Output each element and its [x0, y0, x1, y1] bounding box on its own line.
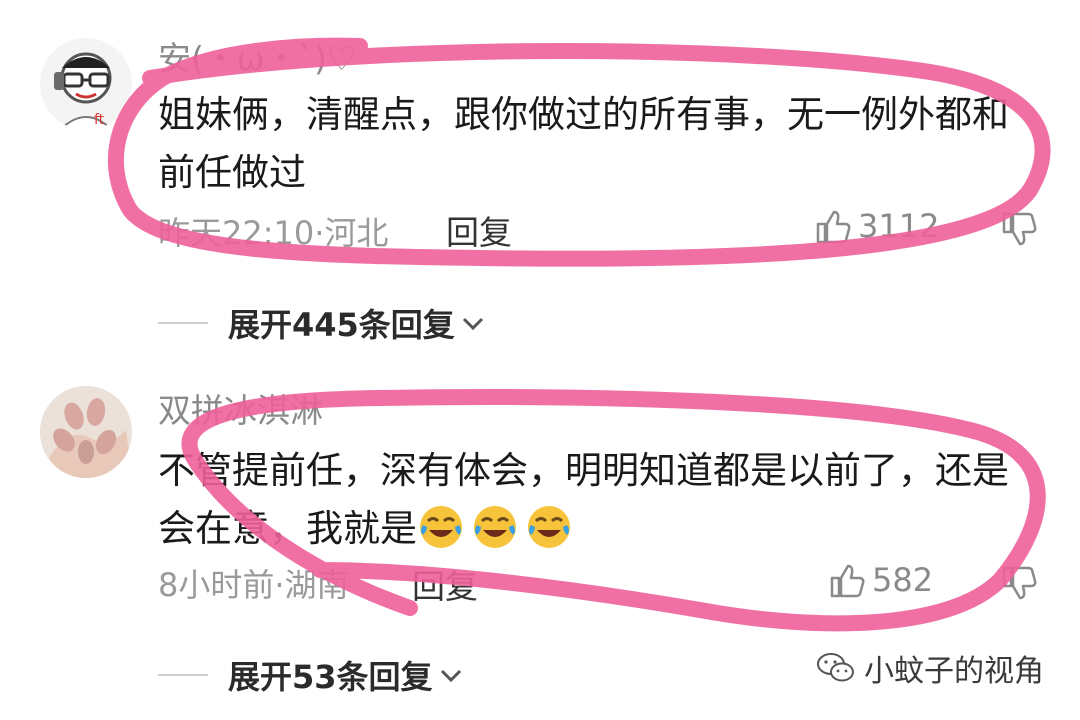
like-count: 3112: [858, 207, 940, 245]
expand-replies-button[interactable]: 展开445条回复: [158, 300, 487, 346]
username[interactable]: 双拼冰淇淋: [158, 384, 323, 432]
comment-time-location: 昨天22:10·河北: [158, 214, 389, 252]
laugh-cry-emoji-icon: [420, 506, 462, 548]
username[interactable]: 安(・ω・`)♡: [158, 32, 356, 80]
wechat-icon: [817, 653, 854, 682]
divider-line: [158, 674, 208, 676]
avatar-image: [40, 386, 132, 478]
like-button[interactable]: 3112: [812, 206, 939, 246]
dislike-button[interactable]: [998, 210, 1038, 254]
laugh-cry-emoji-icon: [474, 506, 516, 548]
comment-time-location: 8小时前·湖南: [158, 566, 349, 604]
avatar[interactable]: ft: [40, 38, 132, 130]
dislike-button[interactable]: [998, 564, 1038, 608]
reply-button[interactable]: 回复: [412, 560, 478, 608]
comment-text: 不管提前任，深有体会，明明知道都是以前了，还是会在意，我就是: [158, 442, 1038, 558]
reply-button[interactable]: 回复: [446, 206, 512, 254]
like-button[interactable]: 582: [826, 560, 933, 600]
emoji-group: [417, 506, 579, 550]
thumbs-up-icon: [830, 564, 865, 598]
expand-replies-button[interactable]: 展开53条回复: [158, 652, 465, 698]
comment-text: 姐妹俩，清醒点，跟你做过的所有事，无一例外都和前任做过: [158, 93, 1009, 194]
like-count: 582: [872, 561, 934, 599]
thumbs-down-icon: [1002, 566, 1037, 600]
chevron-down-icon: [462, 317, 483, 331]
divider-line: [158, 322, 208, 324]
avatar-image: ft: [40, 38, 132, 130]
watermark: 小蚊子的视角: [816, 646, 1044, 690]
thumbs-up-icon: [816, 210, 851, 244]
laugh-cry-emoji-icon: [528, 506, 570, 548]
thumbs-down-icon: [1002, 212, 1037, 246]
expand-replies-label: 展开445条回复: [228, 306, 455, 344]
comment-text-body: 不管提前任，深有体会，明明知道都是以前了，还是会在意，我就是: [158, 449, 1009, 550]
chevron-down-icon: [440, 669, 461, 683]
avatar[interactable]: [40, 386, 132, 478]
watermark-text: 小蚊子的视角: [864, 654, 1044, 689]
svg-text:ft: ft: [94, 112, 105, 128]
expand-replies-label: 展开53条回复: [228, 658, 433, 696]
